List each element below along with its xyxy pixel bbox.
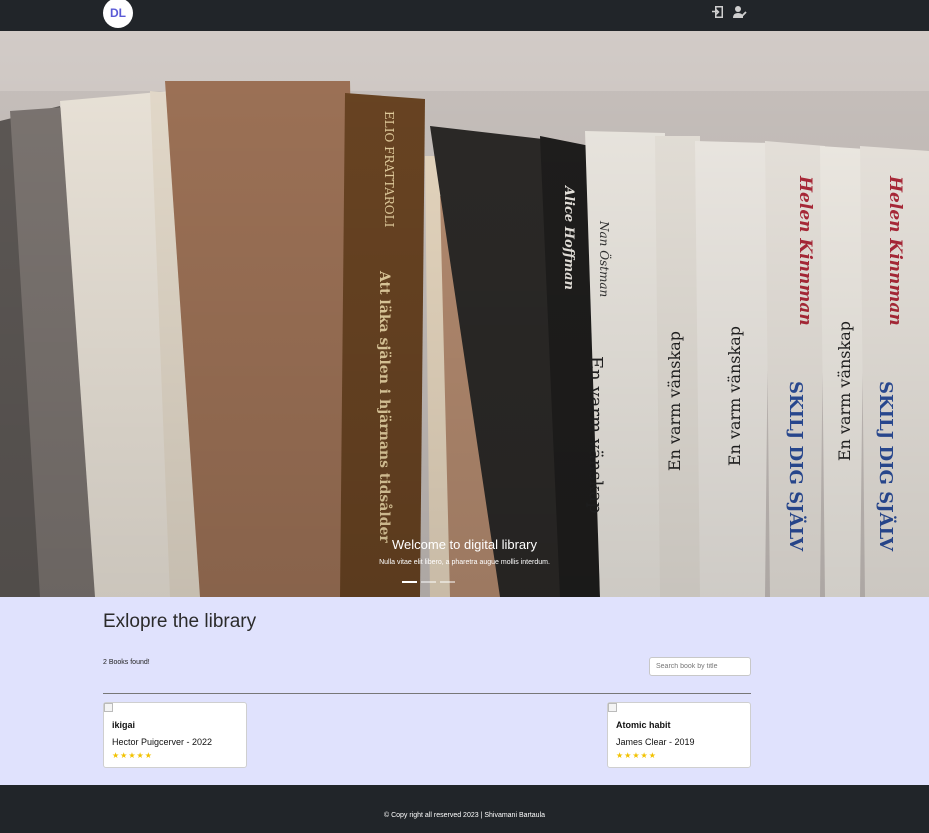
logo[interactable]: DL xyxy=(103,0,133,28)
book-title: Atomic habit xyxy=(616,720,671,730)
book-card[interactable]: ikigai Hector Puigcerver - 2022 ★★★★★ xyxy=(103,702,247,768)
carousel-indicator[interactable] xyxy=(402,581,417,583)
search-input[interactable] xyxy=(649,657,751,676)
carousel-caption-title: Welcome to digital library xyxy=(392,537,537,552)
book-author-year: James Clear - 2019 xyxy=(616,737,695,747)
divider xyxy=(103,693,751,694)
navbar: DL xyxy=(0,0,929,31)
carousel-caption-text: Nulla vitae elit libero, a pharetra augu… xyxy=(379,559,550,566)
carousel-indicator[interactable] xyxy=(421,581,436,583)
login-icon[interactable] xyxy=(711,5,725,19)
register-user-icon[interactable] xyxy=(733,5,747,19)
section-title: Exlopre the library xyxy=(103,611,257,632)
book-title: ikigai xyxy=(112,720,136,730)
books-count: 2 Books found! xyxy=(103,659,150,666)
carousel-indicators xyxy=(402,581,455,583)
copyright-text: © Copy right all reserved 2023 | Shivama… xyxy=(383,812,546,819)
footer: © Copy right all reserved 2023 | Shivama… xyxy=(0,785,929,833)
hero-carousel[interactable]: ELIO FRATTAROLI Att läka själen i hjärna… xyxy=(0,31,929,597)
book-card[interactable]: Atomic habit James Clear - 2019 ★★★★★ xyxy=(607,702,751,768)
book-cover-image xyxy=(608,703,617,712)
book-author-year: Hector Puigcerver - 2022 xyxy=(112,737,213,747)
carousel-indicator[interactable] xyxy=(440,581,455,583)
explore-section: Exlopre the library 2 Books found! ikiga… xyxy=(0,597,929,785)
bookshelf-image: ELIO FRATTAROLI Att läka själen i hjärna… xyxy=(0,31,929,597)
book-cover-image xyxy=(104,703,113,712)
rating-stars: ★★★★★ xyxy=(616,751,657,760)
rating-stars: ★★★★★ xyxy=(112,751,153,760)
